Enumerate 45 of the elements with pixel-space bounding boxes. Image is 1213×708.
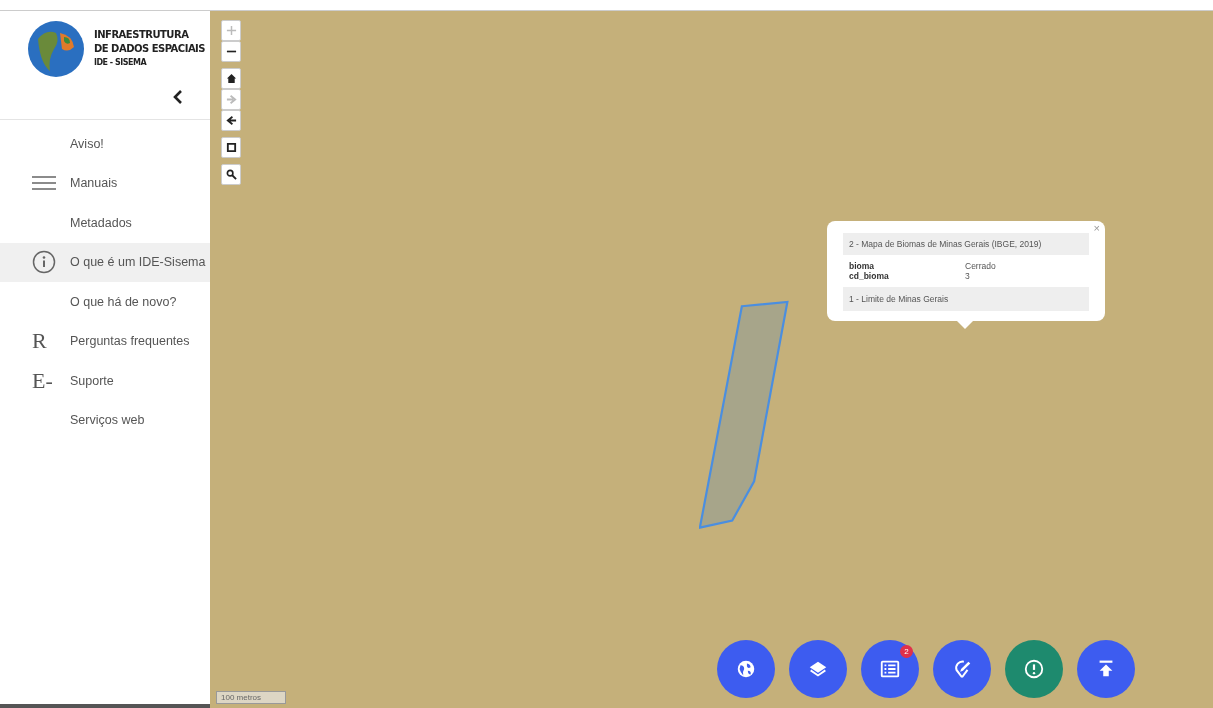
menu-item[interactable]: E- Suporte	[0, 361, 210, 401]
menu-item[interactable]: R Perguntas frequentes	[0, 321, 210, 361]
count-badge: 2	[900, 645, 913, 658]
frame-button[interactable]	[221, 137, 241, 158]
back-button[interactable]	[221, 110, 241, 131]
home-button[interactable]	[221, 68, 241, 89]
menu-item[interactable]: O que é um IDE-Sisema	[0, 242, 210, 282]
globe-button[interactable]	[717, 640, 775, 698]
attribute-value: Cerrado	[965, 261, 996, 271]
layer-title[interactable]: 1 - Limite de Minas Gerais	[843, 287, 1089, 311]
legend-icon	[879, 658, 901, 680]
menu-item[interactable]: Serviços web	[0, 400, 210, 440]
menu-item[interactable]: Metadados	[0, 203, 210, 243]
frame-icon	[225, 142, 237, 153]
home-icon	[225, 73, 237, 84]
globe-icon	[735, 658, 757, 680]
logo-text: DE DADOS ESPACIAIS	[94, 42, 206, 56]
info-icon	[32, 250, 56, 275]
menu-item[interactable]: O que há de novo?	[0, 282, 210, 322]
logo-text: IDE - SISEMA	[94, 57, 148, 69]
upload-button[interactable]	[1077, 640, 1135, 698]
plus-icon	[225, 25, 237, 36]
forward-icon	[225, 94, 237, 105]
menu-item[interactable]: Aviso!	[0, 124, 210, 164]
menu-icon	[32, 176, 56, 191]
attribute-name: bioma	[849, 261, 876, 271]
search-icon	[225, 169, 237, 180]
alert-button[interactable]	[1005, 640, 1063, 698]
logo-text: INFRAESTRUTURA	[94, 28, 190, 42]
attribute-name: cd_bioma	[849, 271, 890, 281]
pin-edit-button[interactable]	[933, 640, 991, 698]
alert-icon	[1023, 658, 1045, 680]
search-button[interactable]	[221, 164, 241, 185]
scale-bar: 100 metros	[216, 691, 286, 704]
legend-button[interactable]: 2	[861, 640, 919, 698]
layers-button[interactable]	[789, 640, 847, 698]
back-icon	[225, 115, 237, 126]
chevron-left-icon[interactable]	[172, 89, 184, 105]
menu-item[interactable]: Manuais	[0, 163, 210, 203]
layer-title[interactable]: 2 - Mapa de Biomas de Minas Gerais (IBGE, 2019)	[843, 233, 1089, 255]
attribute-value: 3	[965, 271, 970, 281]
minus-button[interactable]	[221, 41, 241, 62]
globe-logo-icon	[26, 19, 86, 79]
glyph-text: E-	[32, 367, 53, 394]
glyph-text: R	[32, 328, 47, 355]
